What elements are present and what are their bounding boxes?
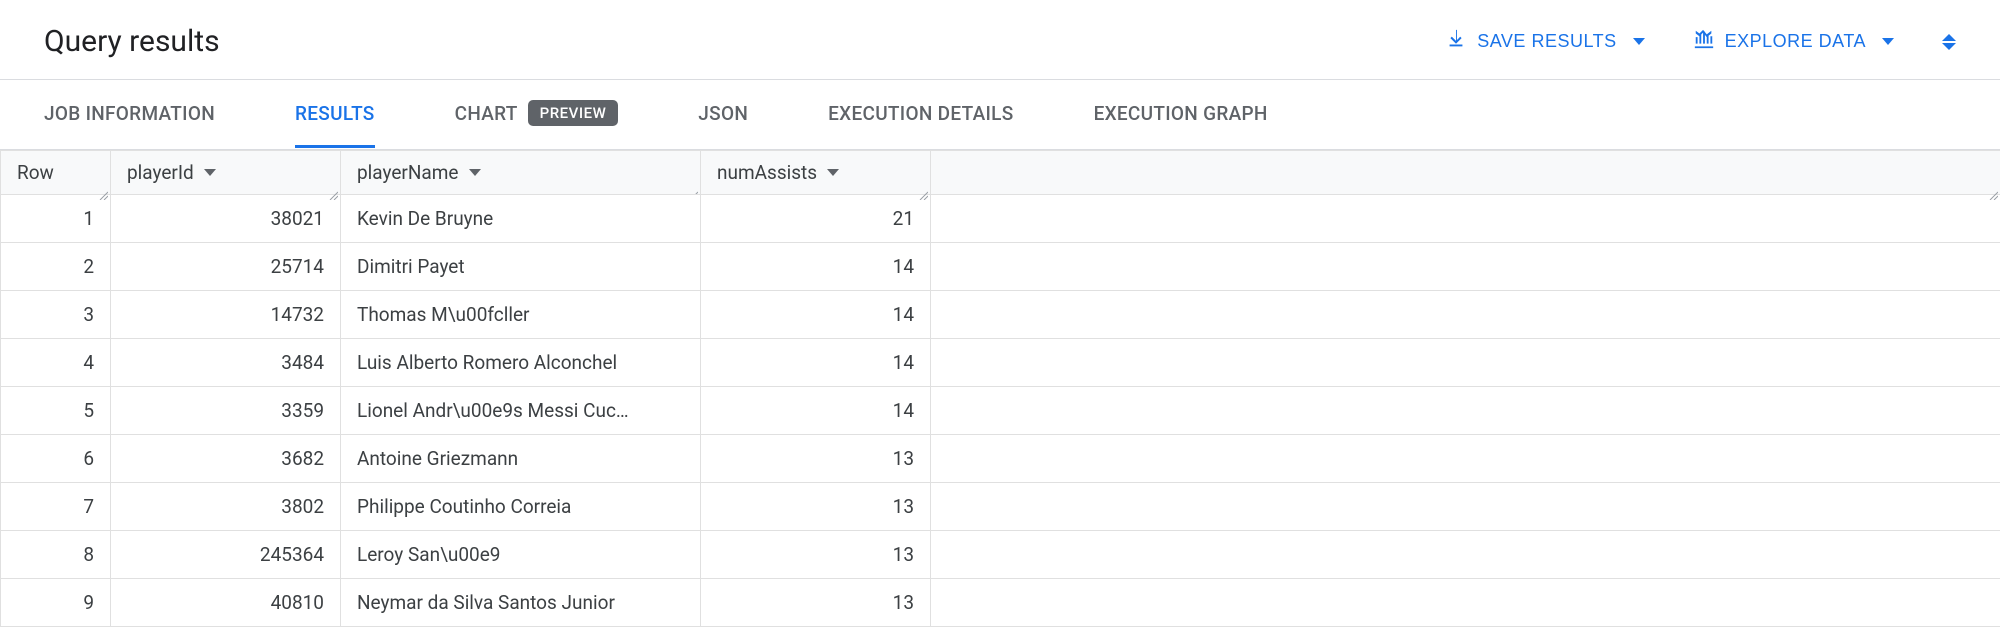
table-row[interactable]: 138021Kevin De Bruyne21 (1, 195, 2000, 243)
cell-playerid: 245364 (111, 531, 341, 579)
table-row[interactable]: 43484Luis Alberto Romero Alconchel14 (1, 339, 2000, 387)
cell-playername: Philippe Coutinho Correia (341, 483, 701, 531)
save-results-button[interactable]: SAVE RESULTS (1445, 28, 1644, 55)
results-table: Row playerId (0, 150, 2000, 627)
cell-empty (931, 339, 2000, 387)
tab-execution-graph[interactable]: EXECUTION GRAPH (1094, 82, 1268, 148)
cell-playername: Antoine Griezmann (341, 435, 701, 483)
table-row[interactable]: 225714Dimitri Payet14 (1, 243, 2000, 291)
cell-numassists: 14 (701, 291, 931, 339)
cell-numassists: 13 (701, 579, 931, 627)
column-header-playerid[interactable]: playerId (111, 151, 341, 195)
cell-empty (931, 243, 2000, 291)
column-label: playerId (127, 161, 194, 184)
cell-numassists: 13 (701, 531, 931, 579)
cell-playername: Luis Alberto Romero Alconchel (341, 339, 701, 387)
cell-playerid: 3484 (111, 339, 341, 387)
resize-handle-icon[interactable] (688, 182, 698, 192)
resize-handle-icon[interactable] (918, 182, 928, 192)
tab-label: EXECUTION DETAILS (828, 102, 1013, 125)
sort-caret-icon (469, 169, 481, 176)
download-icon (1445, 28, 1467, 55)
cell-row: 9 (1, 579, 111, 627)
column-label: Row (17, 161, 54, 184)
sort-caret-icon (827, 169, 839, 176)
page-title: Query results (44, 24, 220, 59)
cell-row: 4 (1, 339, 111, 387)
cell-row: 1 (1, 195, 111, 243)
cell-playername: Neymar da Silva Santos Junior (341, 579, 701, 627)
expand-collapse-toggle[interactable] (1942, 34, 1956, 50)
results-table-wrapper: Row playerId (0, 150, 2000, 627)
cell-playerid: 3802 (111, 483, 341, 531)
cell-empty (931, 483, 2000, 531)
cell-empty (931, 579, 2000, 627)
tab-job-information[interactable]: JOB INFORMATION (44, 82, 215, 148)
cell-row: 6 (1, 435, 111, 483)
cell-playerid: 38021 (111, 195, 341, 243)
cell-numassists: 14 (701, 243, 931, 291)
caret-down-icon (1633, 38, 1645, 45)
cell-row: 5 (1, 387, 111, 435)
column-header-numassists[interactable]: numAssists (701, 151, 931, 195)
cell-playerid: 25714 (111, 243, 341, 291)
tabs-bar: JOB INFORMATION RESULTS CHART PREVIEW JS… (0, 80, 2000, 150)
tab-label: JOB INFORMATION (44, 102, 215, 125)
chart-icon (1693, 28, 1715, 55)
cell-numassists: 14 (701, 387, 931, 435)
cell-playername: Dimitri Payet (341, 243, 701, 291)
cell-playername: Leroy San\u00e9 (341, 531, 701, 579)
cell-empty (931, 531, 2000, 579)
column-header-empty (931, 151, 2000, 195)
table-row[interactable]: 63682Antoine Griezmann13 (1, 435, 2000, 483)
cell-playername: Lionel Andr\u00e9s Messi Cuc… (341, 387, 701, 435)
chevron-up-icon (1942, 34, 1956, 41)
cell-playername: Kevin De Bruyne (341, 195, 701, 243)
tab-results[interactable]: RESULTS (295, 82, 375, 148)
tab-label: JSON (698, 102, 748, 125)
cell-empty (931, 435, 2000, 483)
cell-playername: Thomas M\u00fcller (341, 291, 701, 339)
tab-chart[interactable]: CHART PREVIEW (455, 80, 619, 149)
tab-json[interactable]: JSON (698, 82, 748, 148)
tab-label: CHART (455, 102, 518, 125)
caret-down-icon (1882, 38, 1894, 45)
save-results-label: SAVE RESULTS (1477, 31, 1616, 52)
cell-playerid: 3682 (111, 435, 341, 483)
table-row[interactable]: 73802Philippe Coutinho Correia13 (1, 483, 2000, 531)
resize-handle-icon[interactable] (1988, 182, 1998, 192)
explore-data-button[interactable]: EXPLORE DATA (1693, 28, 1894, 55)
column-label: numAssists (717, 161, 817, 184)
column-header-row[interactable]: Row (1, 151, 111, 195)
cell-row: 3 (1, 291, 111, 339)
tab-label: RESULTS (295, 102, 375, 125)
cell-numassists: 13 (701, 483, 931, 531)
cell-numassists: 13 (701, 435, 931, 483)
cell-playerid: 14732 (111, 291, 341, 339)
explore-data-label: EXPLORE DATA (1725, 31, 1866, 52)
sort-caret-icon (204, 169, 216, 176)
cell-numassists: 14 (701, 339, 931, 387)
cell-empty (931, 387, 2000, 435)
column-header-playername[interactable]: playerName (341, 151, 701, 195)
tab-execution-details[interactable]: EXECUTION DETAILS (828, 82, 1013, 148)
cell-row: 2 (1, 243, 111, 291)
resize-handle-icon[interactable] (98, 182, 108, 192)
table-row[interactable]: 314732Thomas M\u00fcller14 (1, 291, 2000, 339)
cell-numassists: 21 (701, 195, 931, 243)
cell-empty (931, 291, 2000, 339)
cell-playerid: 40810 (111, 579, 341, 627)
cell-row: 7 (1, 483, 111, 531)
table-row[interactable]: 940810Neymar da Silva Santos Junior13 (1, 579, 2000, 627)
tab-label: EXECUTION GRAPH (1094, 102, 1268, 125)
cell-row: 8 (1, 531, 111, 579)
chevron-down-icon (1942, 43, 1956, 50)
cell-playerid: 3359 (111, 387, 341, 435)
table-row[interactable]: 53359Lionel Andr\u00e9s Messi Cuc…14 (1, 387, 2000, 435)
preview-badge: PREVIEW (528, 100, 619, 126)
table-row[interactable]: 8245364Leroy San\u00e913 (1, 531, 2000, 579)
cell-empty (931, 195, 2000, 243)
resize-handle-icon[interactable] (328, 182, 338, 192)
column-label: playerName (357, 161, 459, 184)
